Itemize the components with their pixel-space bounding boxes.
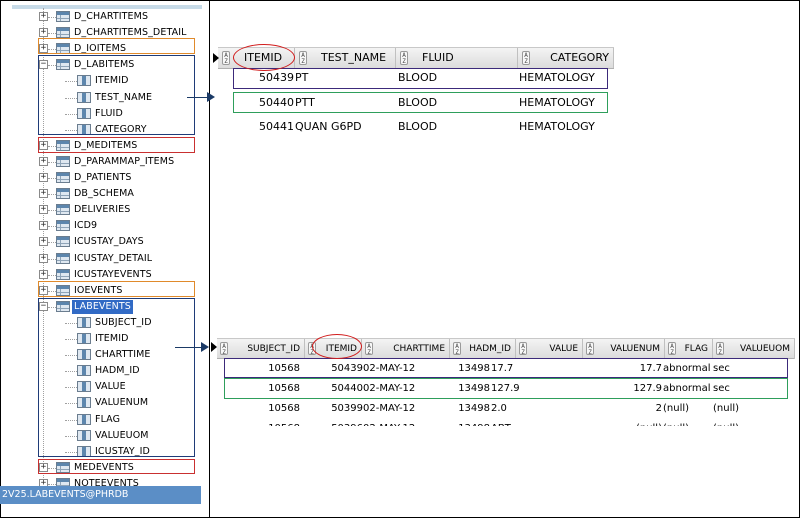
tree-connector [48, 483, 56, 485]
highlight-oval-itemid [312, 334, 362, 359]
cell-hadm-id: 13498 [458, 403, 490, 414]
cell-value: 2.0 [491, 403, 507, 414]
cell-charttime: 02-MAY-12 [363, 403, 416, 414]
highlight-row-50439 [224, 358, 788, 378]
highlight-box-medevents [38, 459, 195, 474]
cell-charttime: 02-MAY-12 [363, 419, 415, 426]
cell-subject-id: 10568 [268, 419, 300, 426]
cell-itemid: 50396 [331, 419, 363, 426]
cell-subject-id: 10568 [268, 403, 300, 414]
table-row[interactable]: 10568 50399 02-MAY-12 13498 2.0 2 (null) (null) [0, 399, 800, 419]
cell-valueuom: (null) [713, 403, 740, 414]
cell-hadm-id: 13498 [458, 419, 490, 426]
cell-flag: (null) [663, 403, 690, 414]
highlight-row-50440 [224, 378, 788, 399]
cell-valuenum: 2 [655, 403, 662, 414]
cell-flag: (null) [663, 419, 689, 426]
cell-valuenum: (null) [636, 419, 662, 426]
cell-value: ABT [491, 419, 511, 426]
cell-itemid: 50399 [331, 403, 363, 414]
cell-valueuom: (null) [713, 419, 739, 426]
connection-status-bar: 2V25.LABEVENTS@PHRDB [0, 486, 201, 504]
table-row[interactable]: 105685039602-MAY-1213498ABT(null)(null)(… [0, 419, 800, 426]
bottom-grid-row-marker [211, 342, 217, 352]
